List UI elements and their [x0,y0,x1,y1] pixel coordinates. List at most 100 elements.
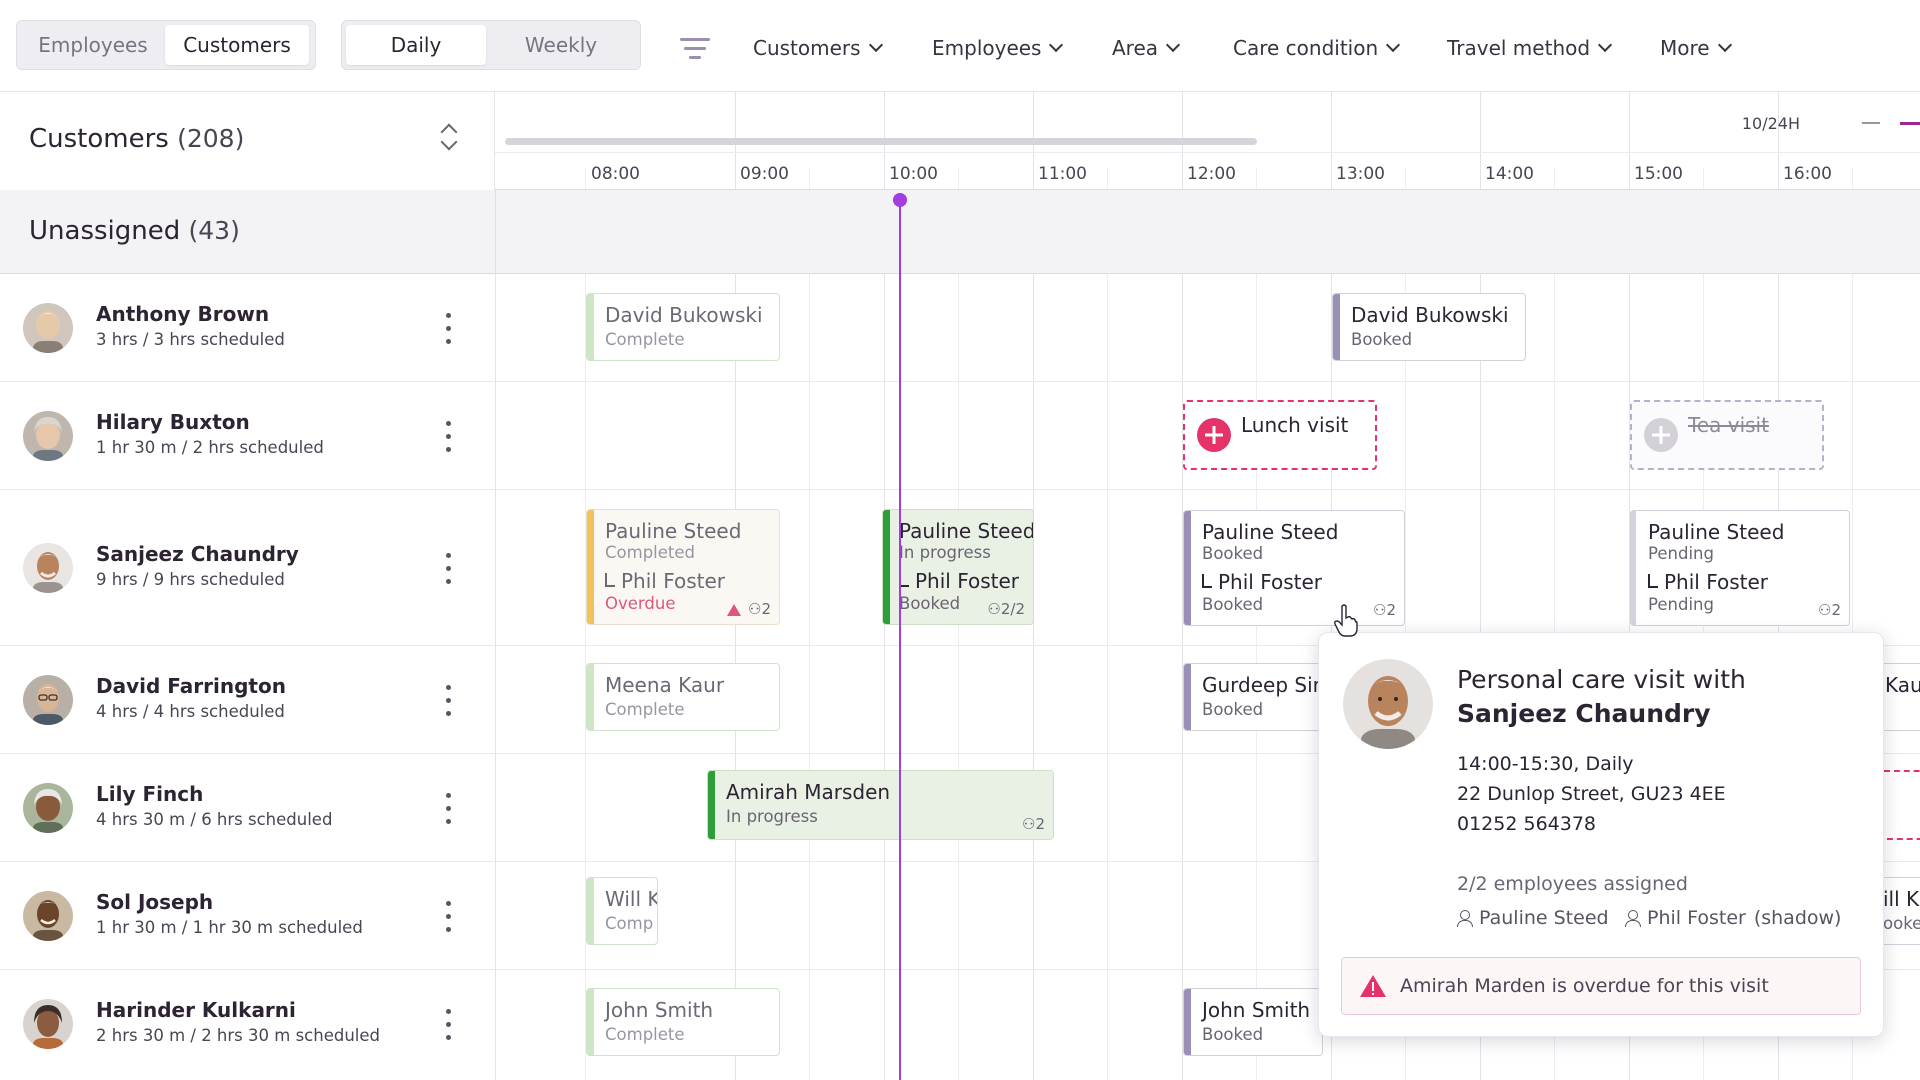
chevron-down-icon [1386,37,1401,53]
timeline-scrollbar[interactable] [505,138,1257,145]
visit-title: Pauline Steed [899,519,1034,543]
divider [495,152,1920,153]
shadow-employee: Phil Foster [1202,570,1322,594]
visit-status: Complete [605,330,685,349]
alert-text: Amirah Marden is overdue for this visit [1400,975,1769,997]
customer-name[interactable]: Anthony Brown [96,302,269,326]
more-options-icon[interactable] [444,313,452,345]
more-options-icon[interactable] [444,685,452,717]
toggle-employees[interactable]: Employees [21,25,165,65]
customer-schedule: 3 hrs / 3 hrs scheduled [96,330,285,349]
more-options-icon[interactable] [444,1009,452,1041]
customer-name[interactable]: Sol Joseph [96,890,213,914]
shadow-employee: Phil Foster [899,569,1019,593]
hour-label: 15:00 [1634,164,1683,184]
visit-card[interactable]: David Bukowski Complete [586,293,780,361]
toggle-weekly[interactable]: Weekly [486,25,636,65]
filter-more-dropdown[interactable]: More [1660,36,1732,60]
unassigned-title: Unassigned (43) [29,216,240,246]
visit-time: 14:00-15:30, Daily [1457,753,1634,775]
status-bar [1184,511,1191,625]
customer-schedule: 4 hrs 30 m / 6 hrs scheduled [96,810,333,829]
visit-status: Complete [605,700,685,719]
visit-status: Booked [1202,700,1264,719]
visit-card[interactable]: Pauline Steed Completed Phil Foster Over… [586,509,780,625]
shadow-status: Pending [1648,595,1714,614]
shadow-status: Overdue [605,594,676,613]
visit-card[interactable]: Will K Comp [586,877,658,945]
visit-card[interactable]: John Smith Complete [586,988,780,1056]
visit-card[interactable]: Meena Kaur Complete [586,663,780,731]
customer-name[interactable]: David Farrington [96,674,286,698]
hour-label: 09:00 [740,164,789,184]
visit-title: Pauline Steed [1202,520,1339,544]
cancelled-visit-card[interactable]: Tea visit [1630,400,1824,470]
chevron-down-icon [1597,37,1613,53]
warning-icon [727,604,741,616]
popover-customer-name: Sanjeez Chaundry [1457,699,1711,728]
status-bar [587,989,594,1055]
unassigned-visit-card[interactable] [1880,770,1920,840]
customers-list-header: Customers (208) [0,92,495,190]
toggle-daily[interactable]: Daily [346,25,486,65]
assigned-employee[interactable]: Phil Foster (shadow) [1625,907,1841,929]
shadow-employee: Phil Foster [1648,570,1768,594]
staff-count-badge: ⚇2 [1022,815,1045,833]
visit-card[interactable]: David Bukowski Booked [1332,293,1526,361]
more-options-icon[interactable] [444,793,452,825]
divider [495,190,496,274]
current-time-line [899,198,901,1080]
hour-label: 10:00 [889,164,938,184]
status-bar [1184,664,1191,730]
visit-card[interactable]: Pauline Steed Booked Phil Foster Booked … [1183,510,1405,626]
filter-care-condition-dropdown[interactable]: Care condition [1233,36,1401,60]
visit-title: Pauline Steed [1648,520,1785,544]
filter-employees-dropdown[interactable]: Employees [932,36,1064,60]
customer-name[interactable]: Sanjeez Chaundry [96,542,299,566]
visit-title: Tea visit [1688,413,1769,437]
more-options-icon[interactable] [444,553,452,585]
visit-address: 22 Dunlop Street, GU23 4EE [1457,783,1726,805]
visit-card[interactable]: Pauline Steed Pending Phil Foster Pendin… [1630,510,1850,626]
visit-title: Pauline Steed [605,519,742,543]
sort-toggle-icon[interactable] [438,123,460,152]
visit-card[interactable]: Pauline Steed In progress Phil Foster Bo… [882,509,1034,625]
unassigned-visit-card[interactable]: Lunch visit [1183,400,1377,470]
visit-card[interactable]: Amirah Marsden In progress ⚇2 [707,770,1054,840]
filter-travel-method-dropdown[interactable]: Travel method [1447,36,1613,60]
more-options-icon[interactable] [444,421,452,453]
status-bar [587,664,594,730]
add-icon[interactable] [1644,418,1678,452]
filter-icon[interactable] [680,38,710,62]
visit-card[interactable]: ill Ki ooke [1878,877,1920,945]
overdue-alert: Amirah Marden is overdue for this visit [1341,957,1861,1015]
filter-label: Travel method [1447,36,1591,60]
filter-customers-dropdown[interactable]: Customers [753,36,883,60]
add-icon[interactable] [1197,418,1231,452]
visit-card[interactable]: Kau [1880,663,1920,731]
visit-status: Completed [605,543,695,562]
visit-title: Gurdeep Sin [1202,673,1326,697]
unassigned-group[interactable]: Unassigned (43) [0,190,1920,274]
status-bar [883,510,890,624]
zoom-out-control[interactable] [1862,122,1880,124]
staff-count-badge: ⚇2 [748,600,771,618]
visit-status: Comp [605,914,654,933]
status-bar [708,771,715,839]
visit-card[interactable]: John Smith Booked [1183,988,1323,1056]
zoom-slider[interactable] [1900,122,1920,125]
visit-title: John Smith [1202,998,1311,1022]
customer-name[interactable]: Hilary Buxton [96,410,250,434]
chevron-down-icon [1165,37,1181,53]
status-bar [587,510,594,624]
staff-count-badge: ⚇2 [1818,601,1841,619]
status-bar [587,294,594,360]
toggle-customers[interactable]: Customers [165,25,309,65]
shadow-person-icon [1625,910,1641,927]
visit-status: Booked [1351,330,1413,349]
customer-name[interactable]: Lily Finch [96,782,203,806]
filter-area-dropdown[interactable]: Area [1112,36,1181,60]
customer-name[interactable]: Harinder Kulkarni [96,998,296,1022]
assigned-employee[interactable]: Pauline Steed [1457,907,1609,929]
more-options-icon[interactable] [444,901,452,933]
